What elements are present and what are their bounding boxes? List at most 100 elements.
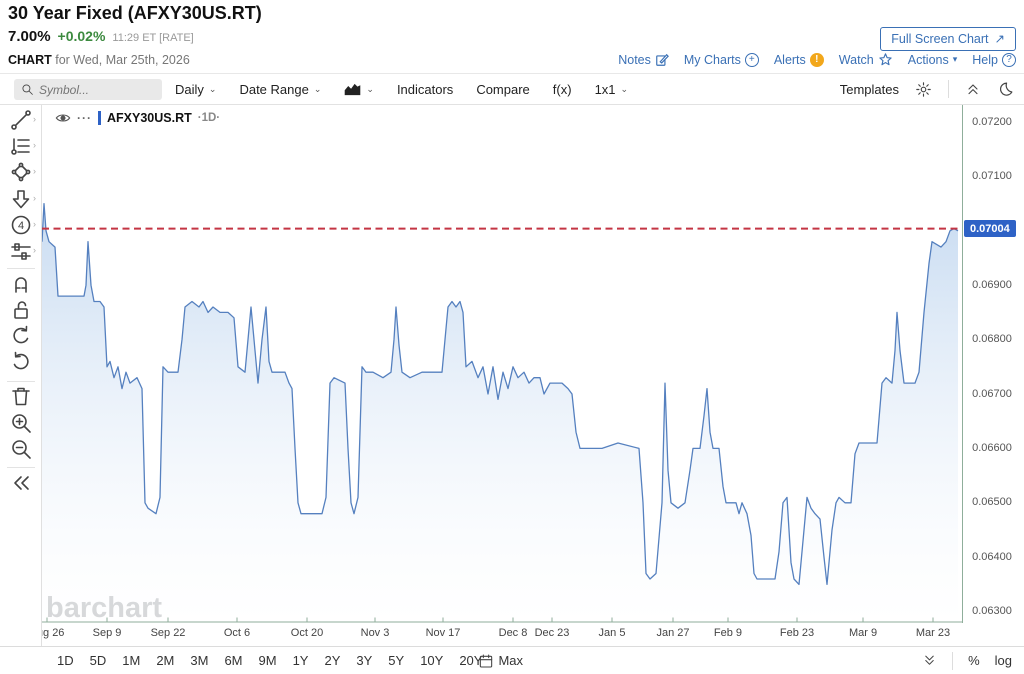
x-axis-label: Mar 9 <box>833 627 893 639</box>
expand-arrow[interactable]: › <box>33 193 36 203</box>
x-axis-label: Mar 23 <box>903 627 962 639</box>
expand-arrow[interactable]: › <box>33 219 36 229</box>
notes-edit-icon <box>655 53 669 67</box>
help-circle-icon: ? <box>1002 53 1016 67</box>
log-scale-button[interactable]: log <box>995 653 1012 668</box>
fx-label: f(x) <box>553 82 572 97</box>
zoom-in-icon[interactable] <box>9 411 33 435</box>
undo-icon[interactable] <box>9 324 33 348</box>
sidebar-divider <box>7 268 35 269</box>
range-button-1D[interactable]: 1D <box>57 653 74 668</box>
x-axis-labels: Aug 26Sep 9Sep 22Oct 6Oct 20Nov 3Nov 17D… <box>42 623 962 646</box>
y-axis-label: 0.07100 <box>963 170 1021 182</box>
plus-circle-icon: + <box>745 53 759 67</box>
collapse-sidebar-icon[interactable] <box>9 471 33 495</box>
legend-more-menu-icon[interactable]: ··· <box>77 111 92 125</box>
chart-type-menu[interactable]: ⌄ <box>344 83 374 96</box>
percent-scale-button[interactable]: % <box>968 653 980 668</box>
x-axis-label: Oct 20 <box>277 627 337 639</box>
range-button-2M[interactable]: 2M <box>156 653 174 668</box>
area-chart-type-icon <box>344 83 361 96</box>
help-label: Help <box>972 53 998 67</box>
actions-menu[interactable]: Actions ▾ <box>908 53 958 67</box>
magnet-tool-icon[interactable] <box>9 272 33 296</box>
chart-date-line: CHART for Wed, Mar 25th, 2026 <box>8 53 190 67</box>
templates-button[interactable]: Templates <box>840 82 899 97</box>
alerts-link[interactable]: Alerts ! <box>774 53 824 67</box>
alert-warning-icon: ! <box>810 53 824 67</box>
alerts-label: Alerts <box>774 53 806 67</box>
fx-button[interactable]: f(x) <box>553 82 572 97</box>
range-button-1M[interactable]: 1M <box>122 653 140 668</box>
range-button-2Y[interactable]: 2Y <box>324 653 340 668</box>
page-title: 30 Year Fixed (AFXY30US.RT) <box>8 3 262 24</box>
range-button-3Y[interactable]: 3Y <box>356 653 372 668</box>
chart-word: CHART <box>8 53 52 67</box>
my-charts-link[interactable]: My Charts + <box>684 53 759 67</box>
watch-link[interactable]: Watch <box>839 52 893 67</box>
range-button-5Y[interactable]: 5Y <box>388 653 404 668</box>
date-range-menu[interactable]: Date Range⌄ <box>239 82 321 97</box>
y-axis-label: 0.06800 <box>963 333 1021 345</box>
y-axis-label: 0.06900 <box>963 279 1021 291</box>
range-button-9M[interactable]: 9M <box>259 653 277 668</box>
expand-arrow[interactable]: › <box>33 245 36 255</box>
notes-link[interactable]: Notes <box>618 53 669 67</box>
barchart-app: { "header": { "title": "30 Year Fixed (A… <box>0 0 1024 674</box>
range-button-6M[interactable]: 6M <box>224 653 242 668</box>
legend-symbol: AFXY30US.RT <box>107 111 192 125</box>
header-links: Notes My Charts + Alerts ! Watch Actions… <box>618 52 1016 67</box>
sidebar-divider <box>7 381 35 382</box>
periodicity-label: Daily <box>175 82 204 97</box>
redo-icon-disabled[interactable] <box>9 350 33 374</box>
expand-arrow[interactable]: › <box>33 166 36 176</box>
x-axis-label: Sep 9 <box>77 627 137 639</box>
y-axis-label: 0.06300 <box>963 605 1021 617</box>
gear-icon[interactable] <box>915 81 932 98</box>
arrow-tool-icon[interactable] <box>9 187 33 211</box>
help-link[interactable]: Help ? <box>972 53 1016 67</box>
shapes-tool-icon[interactable] <box>9 160 33 184</box>
last-price-badge: 0.07004 <box>964 220 1016 237</box>
expand-arrow[interactable]: › <box>33 140 36 150</box>
price-row: 7.00% +0.02% 11:29 ET [RATE] <box>8 28 194 45</box>
zoom-out-icon[interactable] <box>9 437 33 461</box>
annotation-count-tool-icon[interactable]: 4 <box>9 213 33 237</box>
grid-layout-menu[interactable]: 1x1⌄ <box>595 82 629 97</box>
y-axis-label: 0.06700 <box>963 388 1021 400</box>
eye-visibility-icon[interactable] <box>55 112 71 124</box>
periodicity-menu[interactable]: Daily⌄ <box>175 82 216 97</box>
y-axis[interactable]: 0.07004 0.072000.071000.069000.068000.06… <box>962 105 1024 623</box>
x-axis-label: Jan 27 <box>643 627 703 639</box>
range-button-Max[interactable]: Max <box>498 653 523 668</box>
range-buttons: 1D5D1M2M3M6M9M1Y2Y3Y5Y10Y20YMax <box>57 653 523 668</box>
chart-date: for Wed, Mar 25th, 2026 <box>52 53 190 67</box>
collapse-up-icon[interactable] <box>965 81 981 97</box>
toolbar-right: Templates <box>840 74 1014 105</box>
compare-button[interactable]: Compare <box>476 82 529 97</box>
range-button-3M[interactable]: 3M <box>190 653 208 668</box>
search-icon <box>21 83 34 96</box>
fullscreen-chart-button[interactable]: Full Screen Chart ↗ <box>880 27 1016 51</box>
expand-down-icon[interactable] <box>922 653 937 668</box>
calendar-icon[interactable] <box>478 653 494 669</box>
unlock-tool-icon[interactable] <box>9 298 33 322</box>
symbol-search-input[interactable] <box>39 83 149 97</box>
x-axis-label: Feb 23 <box>767 627 827 639</box>
date-range-label: Date Range <box>239 82 308 97</box>
x-axis-label: Oct 6 <box>207 627 267 639</box>
legend-period[interactable]: ·1D· <box>198 112 220 124</box>
series-color-bar <box>98 111 101 125</box>
expand-arrow[interactable]: › <box>33 114 36 124</box>
range-button-5D[interactable]: 5D <box>90 653 107 668</box>
trash-icon[interactable] <box>9 384 33 408</box>
range-button-10Y[interactable]: 10Y <box>420 653 443 668</box>
symbol-search-box[interactable] <box>14 79 162 100</box>
price-chart[interactable]: barchart <box>42 105 962 623</box>
fibonacci-tool-icon[interactable] <box>9 134 33 158</box>
indicators-button[interactable]: Indicators <box>397 82 453 97</box>
events-tool-icon[interactable] <box>9 239 33 263</box>
dark-mode-moon-icon[interactable] <box>997 81 1014 98</box>
trendline-tool-icon[interactable] <box>9 108 33 132</box>
range-button-1Y[interactable]: 1Y <box>293 653 309 668</box>
